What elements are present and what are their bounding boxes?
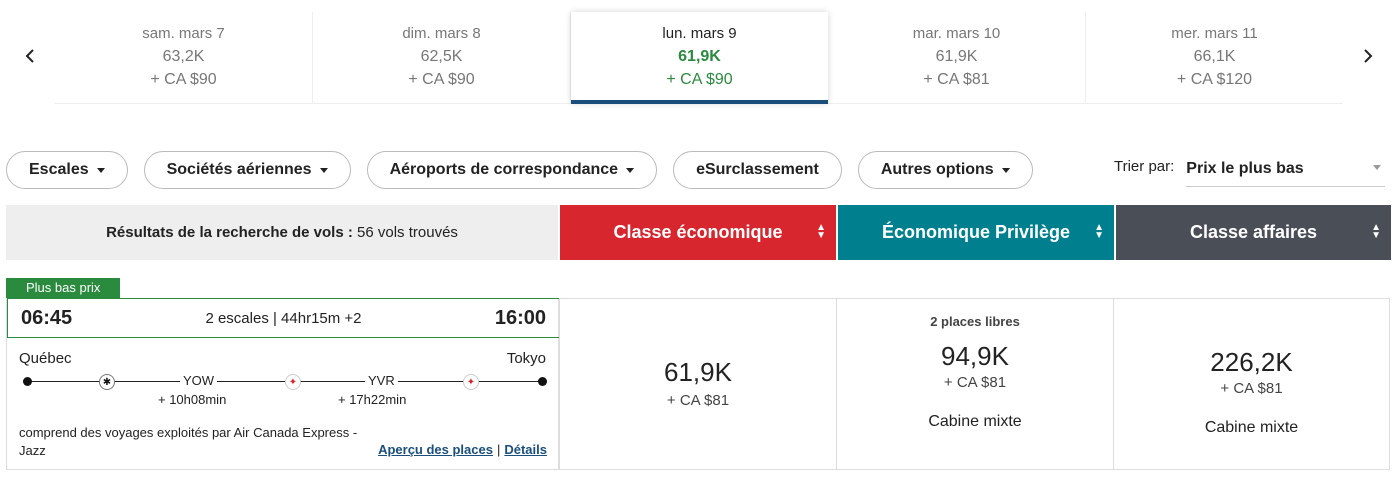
date-option[interactable]: mer. mars 11 66,1K + CA $120	[1086, 12, 1343, 103]
date-tax: + CA $90	[666, 71, 733, 88]
fare-points: 226,2K	[1210, 347, 1293, 377]
date-carousel: sam. mars 7 63,2K + CA $90 dim. mars 8 6…	[0, 10, 1399, 110]
date-list: sam. mars 7 63,2K + CA $90 dim. mars 8 6…	[55, 12, 1343, 104]
results-count: 56 vols trouvés	[357, 224, 458, 241]
caret-down-icon	[1373, 165, 1382, 170]
results-label: Résultats de la recherche de vols :	[106, 224, 353, 241]
caret-down-icon	[96, 167, 105, 173]
date-label: sam. mars 7	[142, 25, 225, 42]
layover-duration: + 17h22min	[338, 392, 407, 407]
origin-dot	[23, 377, 32, 386]
caret-down-icon	[626, 167, 635, 173]
sort-control: Trier par: Prix le plus bas	[1114, 155, 1386, 187]
sort-select[interactable]: Prix le plus bas	[1186, 155, 1386, 187]
results-summary: Résultats de la recherche de vols : 56 v…	[6, 205, 558, 260]
connecting-airports-filter-button[interactable]: Aéroports de correspondance	[366, 151, 658, 189]
more-options-button[interactable]: Autres options	[857, 151, 1033, 189]
seats-available: 2 places libres	[930, 314, 1020, 329]
route-cities: Québec Tokyo	[19, 350, 546, 367]
cabin-note: Cabine mixte	[928, 413, 1022, 430]
sort-arrows-icon: ▲ ▼	[816, 222, 826, 241]
date-label: lun. mars 9	[662, 25, 737, 42]
arrival-time: 16:00	[494, 306, 546, 329]
date-tax: + CA $90	[408, 71, 475, 88]
date-tax: + CA $120	[1176, 71, 1253, 88]
date-tax: + CA $81	[923, 71, 990, 88]
date-option-selected[interactable]: lun. mars 9 61,9K + CA $90	[571, 12, 828, 104]
date-label: dim. mars 8	[402, 25, 481, 42]
destination-city: Tokyo	[506, 350, 546, 367]
flight-card: 06:45 2 escales | 44hr15m +2 16:00 Québe…	[6, 298, 560, 470]
date-points: 63,2K	[162, 48, 205, 65]
stop-code: YOW	[180, 373, 218, 388]
destination-dot	[538, 377, 547, 386]
link-separator: |	[496, 442, 501, 457]
date-label: mer. mars 11	[1171, 25, 1258, 42]
layover-duration: + 10h08min	[158, 392, 227, 407]
chevron-right-icon[interactable]	[1356, 44, 1380, 68]
stops-filter-label: Escales	[29, 161, 89, 178]
stop-code: YVR	[365, 373, 398, 388]
premium-cabin-label: Économique Privilège	[881, 222, 1071, 242]
date-points: 62,5K	[420, 48, 463, 65]
departure-time: 06:45	[21, 306, 73, 329]
caret-down-icon	[319, 167, 328, 173]
stops-filter-button[interactable]: Escales	[6, 151, 128, 189]
sort-arrows-icon: ▲ ▼	[1371, 222, 1381, 241]
operator-note: comprend des voyages exploités par Air C…	[19, 425, 358, 458]
upgrade-filter-button[interactable]: eSurclassement	[673, 151, 842, 189]
date-label: mar. mars 10	[912, 25, 1001, 42]
date-points: 66,1K	[1193, 48, 1236, 65]
caret-down-icon	[1001, 167, 1010, 173]
economy-fare-cell[interactable]: 61,9K + CA $81	[559, 298, 837, 470]
route-diagram: ✱ YOW ✦ YVR ✦	[23, 372, 547, 392]
cabin-note: Cabine mixte	[1204, 419, 1299, 436]
business-cabin-header[interactable]: Classe affaires ▲ ▼	[1116, 205, 1391, 260]
date-points: 61,9K	[935, 48, 978, 65]
business-cabin-label: Classe affaires	[1189, 222, 1318, 242]
filter-bar: Escales Sociétés aériennes Aéroports de …	[6, 151, 1033, 189]
details-link[interactable]: Détails	[504, 442, 547, 457]
date-points: 61,9K	[678, 48, 721, 65]
fare-tax: + CA $81	[1220, 380, 1283, 397]
more-options-label: Autres options	[880, 161, 994, 178]
premium-fare-cell[interactable]: 2 places libres 94,9K + CA $81 Cabine mi…	[837, 298, 1114, 470]
fare-points: 61,9K	[664, 357, 732, 387]
date-option[interactable]: mar. mars 10 61,9K + CA $81	[828, 12, 1086, 103]
sort-label: Trier par:	[1114, 158, 1175, 175]
sort-arrows-icon: ▲ ▼	[1094, 222, 1104, 241]
flight-links: Aperçu des places | Détails	[378, 442, 547, 457]
premium-cabin-header[interactable]: Économique Privilège ▲ ▼	[838, 205, 1114, 260]
flight-times-bar: 06:45 2 escales | 44hr15m +2 16:00	[7, 298, 560, 338]
business-fare-cell[interactable]: 226,2K + CA $81 Cabine mixte	[1114, 298, 1390, 470]
lowest-price-badge: Plus bas prix	[6, 278, 121, 298]
upgrade-filter-label: eSurclassement	[696, 161, 819, 178]
date-option[interactable]: dim. mars 8 62,5K + CA $90	[313, 12, 571, 103]
maple-leaf-icon: ✦	[463, 374, 479, 390]
results-header: Résultats de la recherche de vols : 56 v…	[6, 205, 1391, 260]
origin-city: Québec	[19, 350, 72, 367]
fare-tax: + CA $81	[943, 374, 1007, 391]
maple-leaf-icon: ✦	[285, 374, 301, 390]
economy-cabin-header[interactable]: Classe économique ▲ ▼	[560, 205, 836, 260]
date-option[interactable]: sam. mars 7 63,2K + CA $90	[55, 12, 313, 103]
airlines-filter-label: Sociétés aériennes	[166, 161, 312, 178]
seat-preview-link[interactable]: Aperçu des places	[378, 442, 493, 457]
sort-value: Prix le plus bas	[1186, 160, 1304, 177]
airlines-filter-button[interactable]: Sociétés aériennes	[143, 151, 351, 189]
stops-duration: 2 escales | 44hr15m +2	[205, 309, 362, 327]
date-tax: + CA $90	[150, 71, 217, 88]
connecting-filter-label: Aéroports de correspondance	[389, 161, 619, 178]
fare-points: 94,9K	[941, 341, 1009, 371]
economy-cabin-label: Classe économique	[613, 222, 783, 242]
fare-tax: + CA $81	[666, 392, 730, 409]
chevron-left-icon[interactable]	[18, 44, 42, 68]
star-alliance-icon: ✱	[99, 374, 115, 390]
